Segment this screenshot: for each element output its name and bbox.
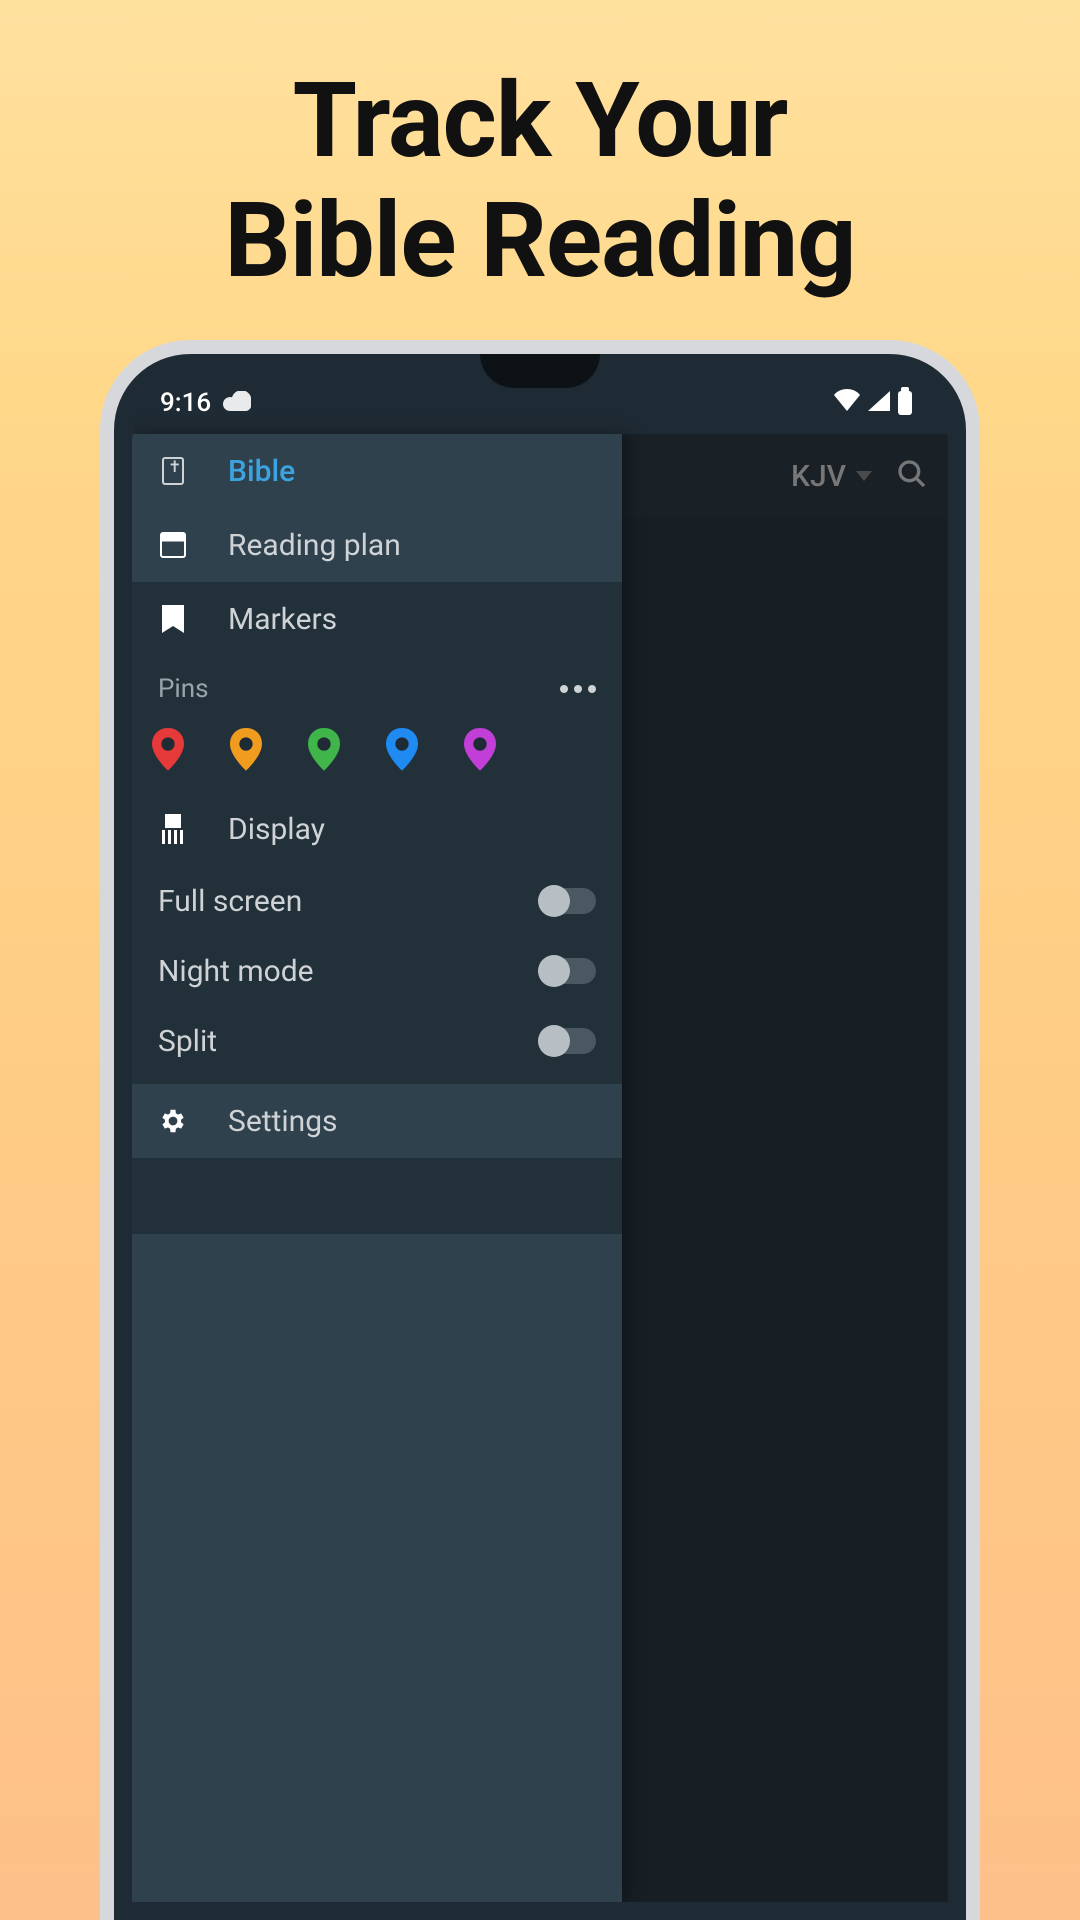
- pin-green[interactable]: [308, 728, 340, 770]
- phone-mockup: 9:16: [100, 340, 980, 1920]
- pins-row: [132, 714, 622, 792]
- version-dropdown[interactable]: KJV: [791, 459, 872, 494]
- pin-red[interactable]: [152, 728, 184, 770]
- status-time: 9:16: [160, 388, 211, 418]
- switch-off[interactable]: [538, 958, 596, 984]
- signal-icon: [868, 388, 890, 418]
- nav-item-display[interactable]: Display: [132, 792, 622, 866]
- drawer-filler: [132, 1234, 622, 1902]
- toggle-full-screen[interactable]: Full screen: [132, 866, 622, 936]
- cloud-icon: [223, 388, 251, 418]
- pin-blue[interactable]: [386, 728, 418, 770]
- switch-off[interactable]: [538, 1028, 596, 1054]
- toggle-night-mode[interactable]: Night mode: [132, 936, 622, 1006]
- bookmark-icon: [158, 604, 188, 634]
- pin-orange[interactable]: [230, 728, 262, 770]
- chevron-down-icon: [856, 471, 872, 481]
- bible-icon: [158, 456, 188, 486]
- brush-icon: [158, 814, 188, 844]
- nav-item-markers[interactable]: Markers: [132, 582, 622, 656]
- gear-icon: [158, 1106, 188, 1136]
- nav-item-settings[interactable]: Settings: [132, 1084, 622, 1158]
- nav-item-bible[interactable]: Bible: [132, 434, 622, 508]
- navigation-drawer: Bible Reading plan Markers Pins: [132, 434, 622, 1902]
- battery-icon: [898, 391, 912, 415]
- marketing-headline: Track Your Bible Reading: [0, 0, 1080, 301]
- toggle-split[interactable]: Split: [132, 1006, 622, 1076]
- calendar-icon: [158, 530, 188, 560]
- pins-label: Pins: [158, 674, 209, 704]
- pin-purple[interactable]: [464, 728, 496, 770]
- nav-item-reading-plan[interactable]: Reading plan: [132, 508, 622, 582]
- switch-off[interactable]: [538, 888, 596, 914]
- phone-notch: [480, 354, 600, 388]
- wifi-icon: [834, 388, 860, 418]
- more-icon[interactable]: [560, 685, 596, 693]
- search-icon[interactable]: [896, 458, 928, 494]
